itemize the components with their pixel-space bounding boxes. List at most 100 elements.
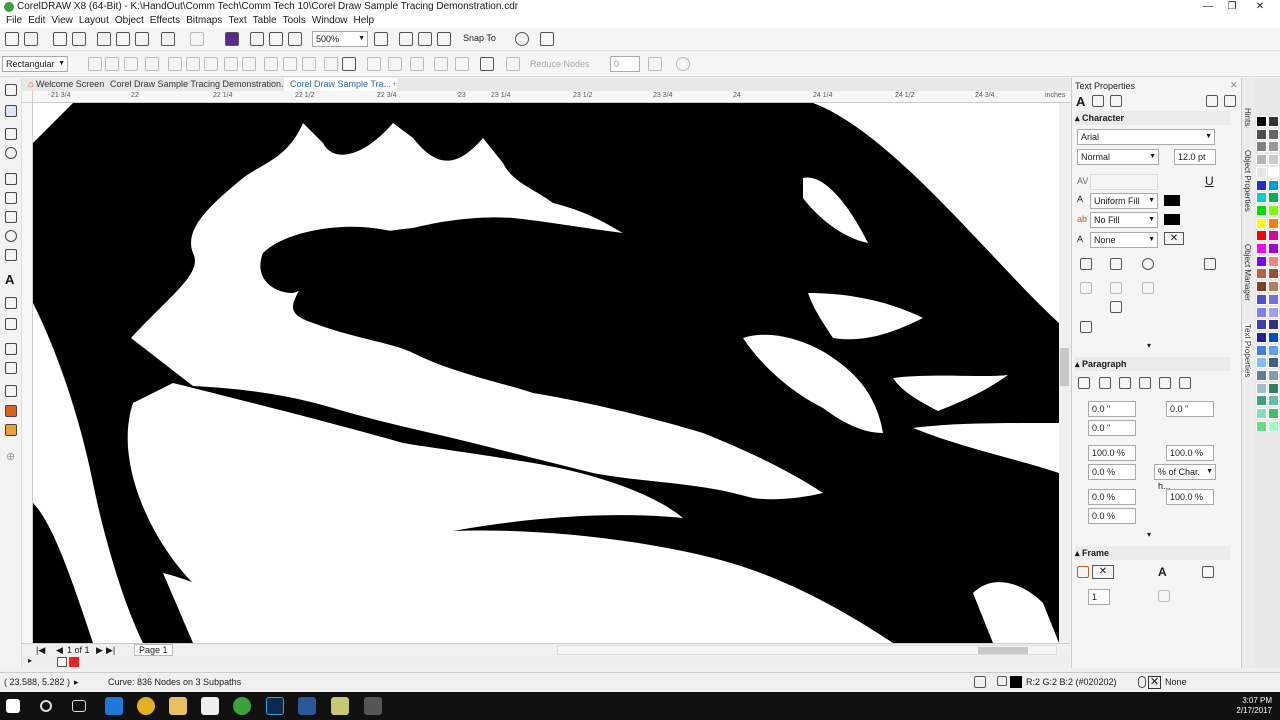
- color-proof-icon[interactable]: [974, 676, 986, 688]
- background-fill-select[interactable]: No Fill ▼: [1090, 212, 1158, 228]
- polygon-tool-icon[interactable]: [5, 249, 17, 261]
- clock-date[interactable]: 2/17/2017: [1236, 706, 1272, 716]
- vertical-scrollbar[interactable]: [1059, 103, 1070, 643]
- palette-swatch[interactable]: [1256, 268, 1267, 280]
- mirror-vertical-icon[interactable]: [455, 57, 469, 71]
- space-after-input[interactable]: 0.0 %: [1088, 489, 1136, 505]
- align-left-icon[interactable]: [1099, 377, 1111, 389]
- next-page-button[interactable]: ▶: [96, 645, 103, 656]
- force-justify-icon[interactable]: [1179, 377, 1191, 389]
- palette-swatch[interactable]: [1268, 128, 1279, 140]
- shape-tool-icon[interactable]: [5, 105, 17, 117]
- menu-file[interactable]: File: [6, 14, 22, 28]
- last-page-button[interactable]: ▶|: [106, 645, 115, 656]
- palette-swatch[interactable]: [1256, 255, 1267, 267]
- import-icon[interactable]: [250, 32, 264, 46]
- undo-icon[interactable]: [161, 32, 175, 46]
- character-spacing-input[interactable]: 100.0 %: [1166, 445, 1214, 461]
- palette-swatch[interactable]: [1256, 357, 1267, 369]
- vertical-ruler[interactable]: [22, 103, 33, 643]
- fractions-icon[interactable]: [1110, 282, 1122, 294]
- rotate-nodes-icon[interactable]: [388, 57, 402, 71]
- ligatures-icon[interactable]: [1080, 321, 1092, 333]
- palette-swatch[interactable]: [1256, 243, 1267, 254]
- palette-swatch[interactable]: [1268, 344, 1279, 356]
- app-icon[interactable]: [364, 697, 382, 715]
- stretch-nodes-icon[interactable]: [367, 57, 381, 71]
- justify-icon[interactable]: [1159, 377, 1171, 389]
- palette-swatch[interactable]: [1268, 306, 1279, 318]
- palette-swatch[interactable]: [1268, 179, 1279, 191]
- save-icon[interactable]: [53, 32, 67, 46]
- palette-swatch[interactable]: [1256, 319, 1267, 331]
- horizontal-ruler[interactable]: 21 3/4 22 22 1/4 22 1/2 22 3/4 23 23 1/4…: [33, 91, 1070, 103]
- palette-swatch[interactable]: [1256, 395, 1267, 407]
- select-all-nodes-icon[interactable]: [506, 57, 520, 71]
- palette-swatch[interactable]: [1268, 192, 1279, 204]
- line-spacing-input[interactable]: 100.0 %: [1088, 445, 1136, 461]
- palette-swatch[interactable]: [1256, 382, 1267, 394]
- smooth-node-icon[interactable]: [224, 57, 238, 71]
- palette-swatch[interactable]: [1268, 154, 1279, 166]
- pick-tool-icon[interactable]: [5, 84, 17, 96]
- red-swatch[interactable]: [69, 657, 79, 667]
- frame-background-swatch[interactable]: ✕: [1092, 565, 1114, 579]
- columns-input[interactable]: 1: [1088, 589, 1110, 605]
- smart-fill-tool-icon[interactable]: [5, 424, 17, 436]
- frame-section-header[interactable]: ▴ Frame: [1075, 546, 1230, 560]
- artistic-media-tool-icon[interactable]: [5, 192, 17, 204]
- vertical-alignment-icon[interactable]: A: [1158, 565, 1167, 579]
- auto-close-icon[interactable]: [342, 57, 356, 71]
- extend-curve-icon[interactable]: [283, 57, 297, 71]
- close-button[interactable]: ✕: [1248, 0, 1272, 14]
- palette-swatch[interactable]: [1268, 293, 1279, 305]
- no-alignment-icon[interactable]: [1078, 377, 1090, 389]
- text-settings-icon[interactable]: [1206, 95, 1218, 107]
- transparency-tool-icon[interactable]: [5, 362, 17, 374]
- text-direction-icon[interactable]: [1202, 566, 1214, 578]
- add-node-icon[interactable]: [88, 57, 102, 71]
- font-list-select[interactable]: Arial ▼: [1077, 129, 1215, 145]
- color-eyedropper-tool-icon[interactable]: [5, 385, 17, 397]
- stylistic-alternates-icon[interactable]: [1110, 301, 1122, 313]
- ruler-origin[interactable]: [22, 91, 33, 103]
- palette-swatch[interactable]: [1268, 141, 1279, 153]
- reverse-direction-icon[interactable]: [264, 57, 278, 71]
- palette-swatch[interactable]: [1268, 243, 1279, 254]
- column-settings-icon[interactable]: [1158, 590, 1170, 602]
- palette-swatch[interactable]: [1268, 166, 1279, 178]
- fill-color-swatch[interactable]: [1010, 676, 1022, 688]
- new-tab-button[interactable]: +: [386, 78, 403, 91]
- menu-tools[interactable]: Tools: [283, 14, 306, 28]
- break-curve-icon[interactable]: [145, 57, 159, 71]
- clock-time[interactable]: 3:07 PM: [1236, 696, 1272, 706]
- palette-swatch[interactable]: [1256, 128, 1267, 140]
- tab-document-2[interactable]: Corel Draw Sample Tra...: [284, 78, 398, 91]
- underline-icon[interactable]: U: [1205, 174, 1214, 188]
- palette-swatch[interactable]: [1268, 420, 1279, 432]
- fill-icon[interactable]: [997, 676, 1007, 686]
- palette-swatch[interactable]: [1268, 230, 1279, 242]
- wrap-around-icon[interactable]: [676, 57, 690, 71]
- rectangle-tool-icon[interactable]: [5, 211, 17, 223]
- palette-scroll-icon[interactable]: ▸: [28, 656, 32, 665]
- palette-swatch[interactable]: [1256, 306, 1267, 318]
- interactive-fill-tool-icon[interactable]: [5, 405, 17, 417]
- palette-swatch[interactable]: [1268, 382, 1279, 394]
- palette-swatch[interactable]: [1256, 420, 1267, 432]
- outline-pen-icon[interactable]: [1138, 676, 1146, 688]
- notes-icon[interactable]: [331, 697, 349, 715]
- open-icon[interactable]: [24, 32, 38, 46]
- chrome-browser-icon[interactable]: [137, 697, 155, 715]
- task-view-icon[interactable]: [72, 700, 86, 712]
- zoom-tool-icon[interactable]: [5, 147, 17, 159]
- palette-swatch[interactable]: [1256, 293, 1267, 305]
- fill-color-swatch[interactable]: [1164, 195, 1180, 206]
- paragraph-tab-icon[interactable]: [1092, 95, 1104, 107]
- palette-swatch[interactable]: [1268, 281, 1279, 293]
- menu-edit[interactable]: Edit: [28, 14, 45, 28]
- zoom-level-select[interactable]: 500% ▼: [312, 31, 368, 47]
- cut-icon[interactable]: [97, 32, 111, 46]
- expand-more-icon[interactable]: ▾: [1147, 341, 1151, 350]
- minimize-button[interactable]: —: [1196, 0, 1220, 14]
